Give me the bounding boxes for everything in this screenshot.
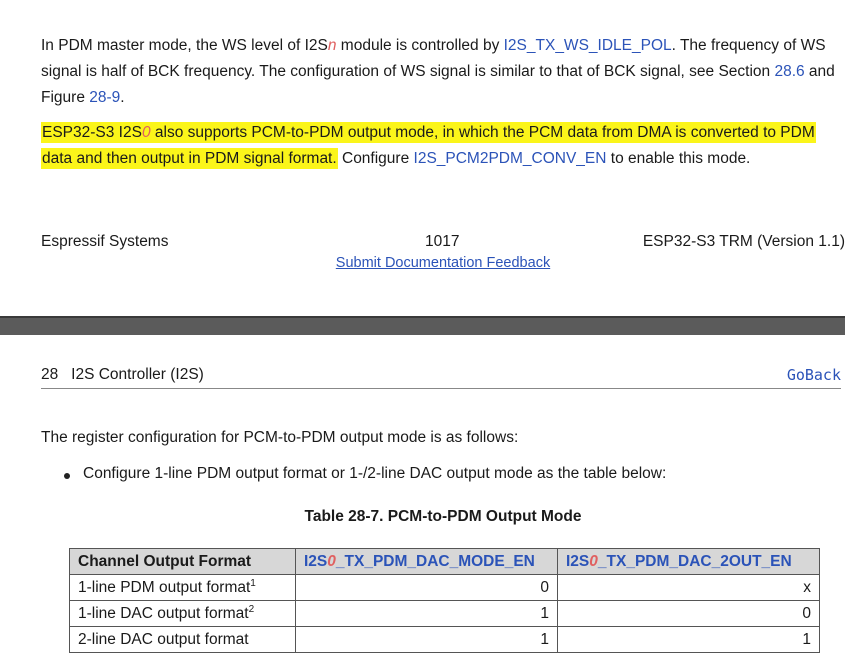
module-index: 0 xyxy=(327,552,336,570)
cell-out: 0 xyxy=(557,600,820,627)
para-text: module is controlled by xyxy=(336,37,504,54)
format-text: 1-line PDM output format xyxy=(78,578,251,596)
cell-out: x xyxy=(557,574,820,601)
header-rule xyxy=(41,388,841,389)
module-index: 0 xyxy=(589,552,598,570)
page-header: 28 I2S Controller (I2S) GoBack xyxy=(41,366,841,390)
para-text: In PDM master mode, the WS level of I2S xyxy=(41,37,328,54)
chapter-title: 28 I2S Controller (I2S) xyxy=(41,366,204,383)
cell-format: 1-line DAC output format2 xyxy=(69,600,296,627)
format-text: 2-line DAC output format xyxy=(78,630,249,648)
pcm-to-pdm-table: Channel Output Format I2S0_TX_PDM_DAC_MO… xyxy=(69,548,820,653)
submit-feedback-link[interactable]: Submit Documentation Feedback xyxy=(0,255,845,271)
footnote-mark: 1 xyxy=(250,577,256,589)
link-i2s-pcm2pdm-conv-en[interactable]: I2S_PCM2PDM_CONV_EN xyxy=(414,150,607,167)
para-text: ESP32-S3 I2S xyxy=(42,124,142,141)
table-header-row: Channel Output Format I2S0_TX_PDM_DAC_MO… xyxy=(69,548,820,575)
para-text: Configure xyxy=(337,150,414,167)
page-separator xyxy=(0,316,845,335)
header-text: I2S xyxy=(566,552,590,570)
cell-mode: 0 xyxy=(295,574,558,601)
cell-mode: 1 xyxy=(295,600,558,627)
cell-mode: 1 xyxy=(295,626,558,653)
footer-company: Espressif Systems xyxy=(41,233,169,250)
bullet-text: Configure 1-line PDM output format or 1-… xyxy=(83,465,667,482)
table-caption: Table 28-7. PCM-to-PDM Output Mode xyxy=(304,508,582,525)
table-row: 2-line DAC output format 1 1 xyxy=(69,626,820,653)
header-text: _TX_PDM_DAC_2OUT_EN xyxy=(597,552,792,570)
col-header-format: Channel Output Format xyxy=(69,548,296,575)
header-text: I2S xyxy=(304,552,328,570)
module-index: 0 xyxy=(141,124,151,141)
link-figure-28-9[interactable]: 28-9 xyxy=(89,89,120,106)
table-row: 1-line DAC output format2 1 0 xyxy=(69,600,820,627)
paragraph-pdm-master-ws: In PDM master mode, the WS level of I2Sn… xyxy=(41,33,845,111)
para-text: to enable this mode. xyxy=(606,150,751,167)
paragraph-pcm-to-pdm: ESP32-S3 I2S0 also supports PCM-to-PDM o… xyxy=(41,120,821,172)
col-header-dac-2out-en[interactable]: I2S0_TX_PDM_DAC_2OUT_EN xyxy=(557,548,820,575)
footnote-mark: 2 xyxy=(248,603,255,615)
header-text: _TX_PDM_DAC_MODE_EN xyxy=(335,552,535,570)
goback-link[interactable]: GoBack xyxy=(787,366,841,384)
format-text: 1-line DAC output format xyxy=(78,604,249,622)
link-i2s-tx-ws-idle-pol[interactable]: I2S_TX_WS_IDLE_POL xyxy=(504,37,672,54)
col-header-dac-mode-en[interactable]: I2S0_TX_PDM_DAC_MODE_EN xyxy=(295,548,558,575)
footer-doc-version: ESP32-S3 TRM (Version 1.1) xyxy=(642,233,845,250)
cell-format: 1-line PDM output format1 xyxy=(69,574,296,601)
cell-format: 2-line DAC output format xyxy=(69,626,296,653)
intro-text: The register configuration for PCM-to-PD… xyxy=(41,429,519,446)
link-section-28-6[interactable]: 28.6 xyxy=(774,63,804,80)
table-row: 1-line PDM output format1 0 x xyxy=(69,574,820,601)
bullet-dot-icon xyxy=(64,473,70,479)
cell-out: 1 xyxy=(557,626,820,653)
para-text: . xyxy=(120,89,125,106)
footer-page-number: 1017 xyxy=(425,233,460,250)
